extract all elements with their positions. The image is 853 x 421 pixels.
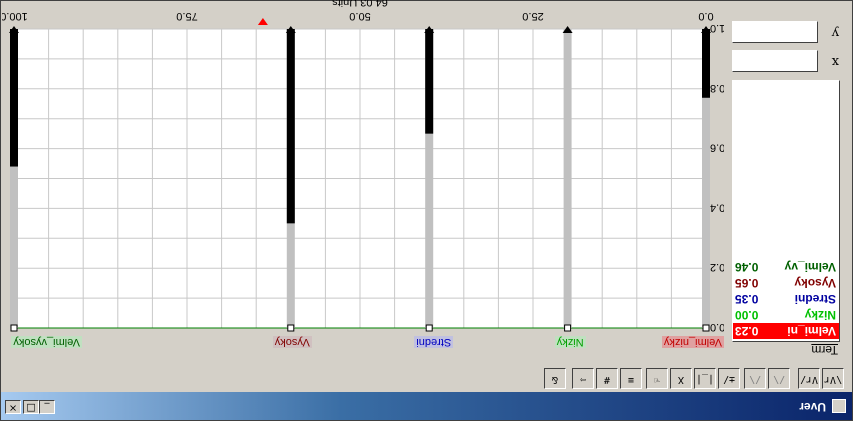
y-field[interactable] — [732, 21, 818, 43]
y-tick-label: 0.0 — [710, 321, 724, 333]
terms-panel: Term Velmi_ni 0.23 Nizky 0.00 Stredni 0.35 Vys… — [726, 0, 852, 362]
marker-level — [10, 29, 18, 167]
term-value: 0.00 — [735, 308, 759, 322]
term-marker-label[interactable]: Velmi_vysoky — [11, 336, 82, 348]
marker-handle[interactable] — [564, 324, 572, 332]
term-name: Vysoky — [794, 276, 836, 290]
term-row-nizky[interactable]: Nizky 0.00 — [733, 307, 839, 323]
x-field[interactable] — [732, 50, 818, 72]
shape-b-button: /\ — [744, 368, 766, 389]
current-value-arrow-icon[interactable] — [257, 18, 268, 25]
term-row-velmi_vy[interactable]: Velmi_vy 0.46 — [733, 259, 839, 275]
term-value: 0.65 — [735, 276, 759, 290]
term-marker-label[interactable]: Stredni — [414, 336, 454, 348]
xmark-button[interactable]: X — [670, 368, 692, 389]
term-value: 0.35 — [735, 292, 759, 306]
y-tick-label: 0.8 — [710, 82, 724, 94]
chart-title: 64.03 Units — [332, 0, 388, 8]
marker-bar — [563, 29, 572, 328]
term-marker-label[interactable]: Velmi_nizky — [661, 336, 724, 348]
maximize-button[interactable]: □ — [23, 400, 39, 414]
term-marker-label[interactable]: Vysoky — [272, 336, 312, 348]
Vr-right-button[interactable]: Vr/ — [798, 368, 820, 389]
y-tick-label: 0.6 — [710, 142, 724, 154]
close-button[interactable]: × — [5, 400, 21, 414]
list-button[interactable]: ≡ — [620, 368, 642, 389]
marker-level — [286, 29, 295, 224]
marker-handle[interactable] — [702, 324, 710, 332]
marker-handle[interactable] — [10, 324, 18, 332]
y-tick-label: 1.0 — [710, 22, 724, 34]
Vr-left-button[interactable]: \Vr — [822, 368, 844, 389]
edit-term-button[interactable]: ±/ — [718, 368, 740, 389]
bracket-button[interactable]: |_| — [694, 368, 716, 389]
window: Uver _ □ × \Vr Vr//\/\ ±/|_| X ☜ ≡ # ⇨ & Term Ve… — [0, 0, 853, 421]
term-name: Velmi_vy — [784, 260, 836, 274]
term-header: Term — [811, 343, 838, 357]
membership-chart[interactable]: 0.0 0.2 0.4 0.6 0.8 1.0 0.0 25.0 50.0 75.0 100.0 64… — [2, 0, 724, 362]
y-tick-label: 0.4 — [710, 201, 724, 213]
shape-a-button: /\ — [768, 368, 790, 389]
term-name: Stredni — [794, 292, 836, 306]
x-tick-label: 75.0 — [176, 10, 197, 22]
y-tick-label: 0.2 — [710, 261, 724, 273]
marker-handle[interactable] — [425, 324, 433, 332]
y-label: y — [831, 25, 839, 40]
chart-svg[interactable]: 0.00.20.40.60.81.00.025.050.075.0100.064… — [2, 0, 724, 362]
x-label: x — [831, 54, 839, 69]
term-row-vysoky[interactable]: Vysoky 0.65 — [733, 275, 839, 291]
export-button[interactable]: ⇨ — [572, 368, 594, 389]
term-row-velmi_ni[interactable]: Velmi_ni 0.23 — [733, 323, 839, 339]
term-marker-label[interactable]: Nizky — [554, 336, 586, 348]
minimize-button[interactable]: _ — [39, 400, 55, 414]
window-title: Uver — [799, 400, 826, 414]
title-bar[interactable]: Uver _ □ × — [1, 392, 852, 420]
app-icon — [832, 399, 846, 413]
term-value: 0.23 — [735, 324, 759, 338]
toolbar: \Vr Vr//\/\ ±/|_| X ☜ ≡ # ⇨ & — [1, 366, 852, 390]
x-tick-label: 100.0 — [2, 10, 28, 22]
hand-button[interactable]: ☜ — [646, 368, 668, 389]
term-list[interactable]: Velmi_ni 0.23 Nizky 0.00 Stredni 0.35 Vysoky 0.… — [732, 80, 840, 342]
term-name: Velmi_ni — [787, 324, 836, 338]
x-tick-label: 25.0 — [522, 10, 543, 22]
marker-level — [425, 29, 434, 134]
x-tick-label: 0.0 — [698, 10, 713, 22]
info-button[interactable]: & — [544, 368, 566, 389]
term-value: 0.46 — [735, 260, 759, 274]
term-name: Nizky — [804, 308, 836, 322]
term-row-stredni[interactable]: Stredni 0.35 — [733, 291, 839, 307]
marker-level — [702, 29, 710, 98]
marker-handle[interactable] — [287, 324, 295, 332]
x-tick-label: 50.0 — [349, 10, 370, 22]
grid-button[interactable]: # — [596, 368, 618, 389]
